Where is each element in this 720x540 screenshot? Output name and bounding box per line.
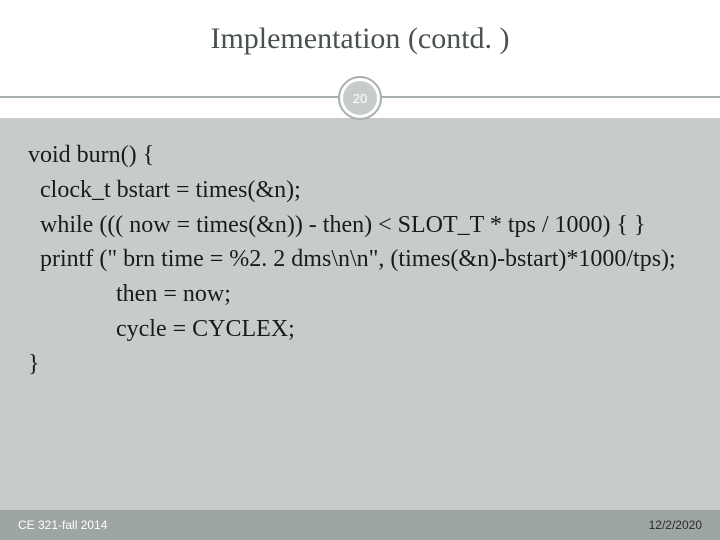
code-line: then = now; [28,277,692,312]
code-line: } [28,347,692,382]
slide-title: Implementation (contd. ) [0,0,720,56]
footer-date: 12/2/2020 [649,518,702,532]
code-block: void burn() { clock_t bstart = times(&n)… [0,118,720,382]
code-line: cycle = CYCLEX; [28,312,692,347]
slide-footer: CE 321-fall 2014 12/2/2020 [0,510,720,540]
page-number: 20 [353,91,367,106]
slide: Implementation (contd. ) 20 void burn() … [0,0,720,540]
code-line: clock_t bstart = times(&n); [28,173,692,208]
page-number-badge: 20 [340,78,380,118]
footer-left-text: CE 321-fall 2014 [18,518,107,532]
slide-header: Implementation (contd. ) 20 [0,0,720,118]
code-line: printf (" brn time = %2. 2 dms\n\n", (ti… [28,242,692,277]
code-line: while ((( now = times(&n)) - then) < SLO… [28,208,692,243]
code-line: void burn() { [28,138,692,173]
